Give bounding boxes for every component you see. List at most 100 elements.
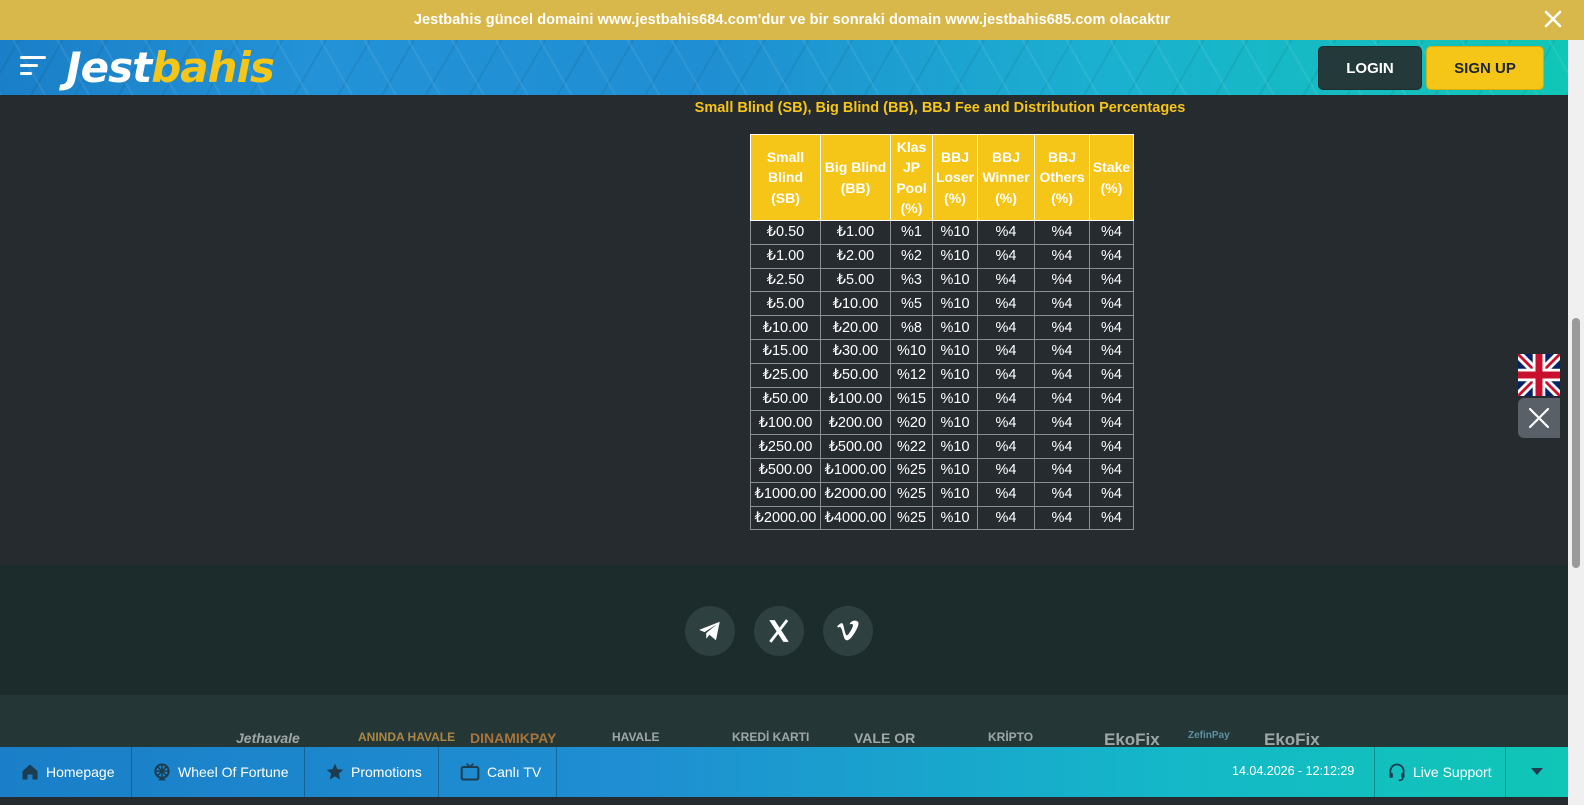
cell-bbj-others: %4 (1034, 267, 1090, 293)
cell-bbj-others: %4 (1034, 434, 1090, 459)
page-scrollbar[interactable] (1568, 40, 1584, 805)
signup-button[interactable]: SIGN UP (1426, 46, 1544, 90)
cell-small-blind: ₺250.00 (750, 434, 821, 459)
header-small-blind: Small Blind (SB) (750, 134, 821, 221)
cell-bbj-others: %4 (1034, 220, 1090, 245)
payment-logo: ZefinPay (1188, 730, 1230, 741)
section-title: Small Blind (SB), Big Blind (BB), BBJ Fe… (694, 100, 1186, 116)
telegram-icon (699, 621, 720, 641)
table-row: ₺1000.00 ₺2000.00 %25 %10 %4 %4 %4 (750, 481, 1134, 507)
cell-small-blind: ₺50.00 (750, 386, 821, 412)
logo-part-bahis: bahis (151, 43, 275, 92)
header-big-blind: Big Blind (BB) (820, 134, 891, 221)
cell-big-blind: ₺2.00 (820, 243, 891, 269)
cell-bbj-winner: %4 (977, 267, 1035, 293)
cell-small-blind: ₺500.00 (750, 457, 821, 483)
cell-klas-jp-pool: %20 (890, 410, 933, 436)
nav-item-canli-tv[interactable]: Canlı TV (439, 747, 557, 797)
cell-big-blind: ₺5.00 (820, 267, 891, 293)
headset-icon (1389, 763, 1405, 782)
x-button[interactable] (754, 606, 804, 656)
cell-klas-jp-pool: %10 (890, 338, 933, 364)
table-row: ₺10.00 ₺20.00 %8 %10 %4 %4 %4 (750, 315, 1134, 340)
nav-item-label: Promotions (351, 764, 422, 780)
star-icon (326, 763, 344, 780)
live-support-label: Live Support (1413, 764, 1492, 780)
payment-logo: DINAMIKPAY (470, 730, 557, 746)
cell-small-blind: ₺100.00 (750, 410, 821, 436)
nav-item-label: Canlı TV (487, 764, 542, 780)
cell-stake: %4 (1089, 481, 1134, 507)
cell-stake: %4 (1089, 267, 1134, 293)
announcement-bar: Jestbahis güncel domaini www.jestbahis68… (0, 0, 1584, 40)
cell-small-blind: ₺0.50 (750, 220, 821, 245)
cell-bbj-loser: %10 (932, 386, 978, 412)
site-logo[interactable]: Jestbahis (66, 43, 275, 93)
cell-big-blind: ₺2000.00 (820, 481, 891, 507)
cell-stake: %4 (1089, 410, 1134, 436)
table-row: ₺500.00 ₺1000.00 %25 %10 %4 %4 %4 (750, 457, 1134, 483)
cell-stake: %4 (1089, 220, 1134, 245)
language-close-button[interactable] (1518, 398, 1560, 438)
cell-big-blind: ₺100.00 (820, 386, 891, 412)
vimeo-button[interactable] (823, 606, 873, 656)
table-header-row: Small Blind (SB) Big Blind (BB) Klas JP … (750, 134, 1134, 221)
cell-bbj-others: %4 (1034, 386, 1090, 412)
cell-big-blind: ₺200.00 (820, 410, 891, 436)
telegram-button[interactable] (685, 606, 735, 656)
cell-klas-jp-pool: %1 (890, 220, 933, 245)
cell-bbj-winner: %4 (977, 410, 1035, 436)
footer-payment-logos: Jethavale ANINDA HAVALE DINAMIKPAY HAVAL… (0, 695, 1568, 750)
cell-small-blind: ₺2.50 (750, 267, 821, 293)
cell-bbj-others: %4 (1034, 291, 1090, 317)
cell-big-blind: ₺20.00 (820, 315, 891, 340)
nav-item-homepage[interactable]: Homepage (0, 747, 132, 797)
cell-klas-jp-pool: %25 (890, 481, 933, 507)
cell-bbj-winner: %4 (977, 338, 1035, 364)
cell-bbj-loser: %10 (932, 338, 978, 364)
cell-bbj-loser: %10 (932, 267, 978, 293)
cell-small-blind: ₺5.00 (750, 291, 821, 317)
cell-bbj-winner: %4 (977, 505, 1035, 531)
cell-bbj-winner: %4 (977, 457, 1035, 483)
cell-stake: %4 (1089, 434, 1134, 459)
close-icon[interactable] (1542, 8, 1564, 30)
table-row: ₺25.00 ₺50.00 %12 %10 %4 %4 %4 (750, 362, 1134, 388)
datetime-display: 14.04.2026 - 12:12:29 (1232, 764, 1355, 778)
cell-klas-jp-pool: %2 (890, 243, 933, 269)
hamburger-menu-icon[interactable] (20, 56, 46, 78)
cell-big-blind: ₺4000.00 (820, 505, 891, 531)
cell-small-blind: ₺25.00 (750, 362, 821, 388)
uk-flag-icon[interactable] (1518, 354, 1560, 396)
table-row: ₺250.00 ₺500.00 %22 %10 %4 %4 %4 (750, 434, 1134, 459)
rates-table: Small Blind (SB) Big Blind (BB) Klas JP … (750, 134, 1134, 531)
cell-stake: %4 (1089, 338, 1134, 364)
nav-item-promotions[interactable]: Promotions (305, 747, 439, 797)
nav-item-wheel-of-fortune[interactable]: Wheel Of Fortune (132, 747, 305, 797)
login-button[interactable]: LOGIN (1318, 46, 1422, 90)
scrollbar-thumb[interactable] (1572, 318, 1580, 568)
cell-small-blind: ₺1.00 (750, 243, 821, 269)
table-row: ₺2.50 ₺5.00 %3 %10 %4 %4 %4 (750, 267, 1134, 293)
nav-toggle-button[interactable] (1506, 747, 1568, 797)
cell-bbj-others: %4 (1034, 338, 1090, 364)
cell-klas-jp-pool: %22 (890, 434, 933, 459)
cell-bbj-others: %4 (1034, 315, 1090, 340)
cell-bbj-others: %4 (1034, 457, 1090, 483)
payment-logo: VALE OR (854, 730, 916, 746)
nav-item-label: Homepage (46, 764, 115, 780)
cell-bbj-winner: %4 (977, 220, 1035, 245)
cell-small-blind: ₺15.00 (750, 338, 821, 364)
cell-bbj-others: %4 (1034, 481, 1090, 507)
cell-bbj-others: %4 (1034, 243, 1090, 269)
header-bbj-others: BBJ Others (%) (1034, 134, 1090, 221)
cell-bbj-loser: %10 (932, 220, 978, 245)
live-support-button[interactable]: Live Support (1374, 747, 1506, 797)
cell-bbj-loser: %10 (932, 362, 978, 388)
table-row: ₺2000.00 ₺4000.00 %25 %10 %4 %4 %4 (750, 505, 1134, 531)
cell-klas-jp-pool: %8 (890, 315, 933, 340)
cell-big-blind: ₺1.00 (820, 220, 891, 245)
cell-bbj-others: %4 (1034, 362, 1090, 388)
x-icon (769, 619, 789, 643)
cell-bbj-winner: %4 (977, 243, 1035, 269)
